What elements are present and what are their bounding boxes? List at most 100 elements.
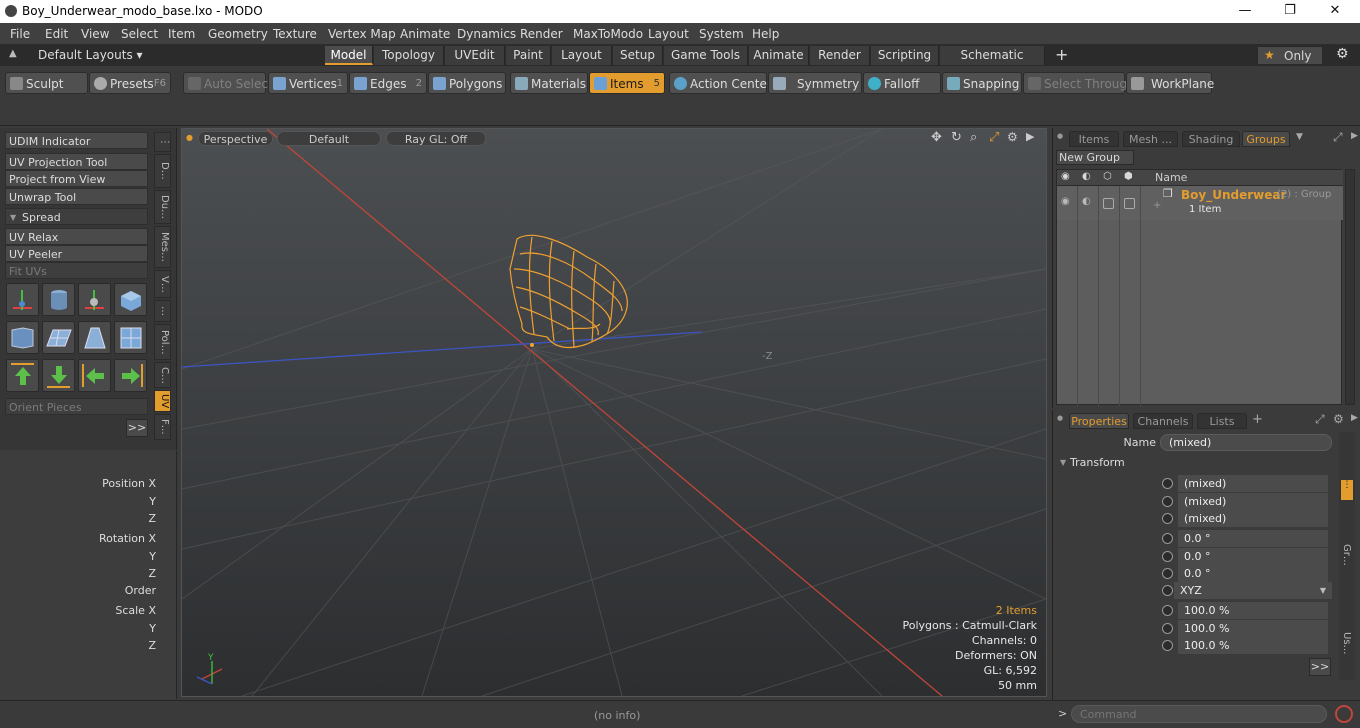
polygons-button[interactable]: Polygons	[428, 72, 506, 94]
visibility-icon[interactable]: ◉	[1061, 196, 1070, 207]
side-tab-us[interactable]: Us…	[1341, 632, 1352, 655]
minimize-button[interactable]: —	[1222, 0, 1268, 23]
uv-planar-icon[interactable]	[78, 321, 111, 354]
uv-transform-icon[interactable]	[6, 283, 39, 316]
uv-relax-tool[interactable]: UV Relax	[5, 228, 148, 245]
shading-dropdown[interactable]: Default	[277, 131, 381, 146]
position-x-field[interactable]: (mixed)	[1178, 475, 1328, 492]
layouts-dropdown[interactable]: Default Layouts ▾	[38, 48, 143, 62]
fit-uvs-tool[interactable]: Fit UVs	[5, 262, 148, 279]
menu-help[interactable]: Help	[752, 27, 779, 41]
tab-game-tools[interactable]: Game Tools	[664, 46, 748, 65]
spread-section[interactable]: ▼ Spread	[5, 208, 148, 225]
tab-scripting[interactable]: Scripting	[871, 46, 939, 65]
viewport-gear-icon[interactable]: ⚙	[1007, 130, 1018, 144]
arrow-left-icon[interactable]	[78, 359, 111, 392]
side-tab-active[interactable]: ⋮	[1341, 480, 1353, 500]
panel-gear-icon[interactable]: ⚙	[1333, 412, 1344, 426]
group-row[interactable]: ◉ ◐ + ❒ Boy_Underwear (2) : Group 1 Item	[1057, 186, 1343, 220]
symmetry-button[interactable]: Symmetry	[768, 72, 862, 94]
scale-x-anim-dot[interactable]	[1162, 605, 1173, 616]
rotation-y-field[interactable]: 0.0 °	[1178, 548, 1328, 565]
items-button[interactable]: Items 5	[589, 72, 665, 94]
tab-dropdown-icon[interactable]: ▼	[1296, 132, 1303, 142]
snapping-button[interactable]: Snapping	[942, 72, 1022, 94]
add-tab-button[interactable]: +	[1252, 412, 1263, 427]
rotation-z-anim-dot[interactable]	[1162, 568, 1173, 579]
menu-item[interactable]: Item	[168, 27, 195, 41]
zoom-icon[interactable]: ⌕	[970, 130, 977, 145]
gear-icon[interactable]: ⚙	[1336, 46, 1349, 62]
fit-view-icon[interactable]: ⤢	[989, 130, 999, 145]
edges-button[interactable]: Edges 2	[349, 72, 427, 94]
menu-render[interactable]: Render	[520, 27, 563, 41]
vtab-uv[interactable]: UV	[154, 390, 171, 412]
more-tools-button[interactable]: >>	[126, 419, 148, 437]
falloff-button[interactable]: Falloff	[863, 72, 941, 94]
menu-vertex-map[interactable]: Vertex Map	[328, 27, 396, 41]
vtab-pol[interactable]: Pol…	[154, 324, 171, 360]
position-z-field[interactable]: (mixed)	[1178, 510, 1328, 527]
add-tab-button[interactable]: +	[1055, 45, 1068, 64]
menu-select[interactable]: Select	[121, 27, 158, 41]
move-view-icon[interactable]: ✥	[931, 130, 942, 145]
tab-channels[interactable]: Channels	[1133, 413, 1193, 429]
tab-schematic-fusion[interactable]: Schematic Fusion	[940, 46, 1045, 81]
expand-panel-icon[interactable]: ⤢	[1315, 412, 1325, 427]
scale-z-field[interactable]: 100.0 %	[1178, 637, 1328, 654]
name-field[interactable]: (mixed)	[1160, 434, 1332, 451]
udim-indicator-tool[interactable]: UDIM Indicator	[5, 132, 148, 149]
uv-sphere-icon[interactable]	[6, 321, 39, 354]
uv-grid-icon[interactable]	[42, 321, 75, 354]
sculpt-button[interactable]: Sculpt	[5, 72, 88, 94]
menu-system[interactable]: System	[699, 27, 744, 41]
unwrap-tool[interactable]: Unwrap Tool	[5, 188, 148, 205]
select-checkbox[interactable]	[1124, 198, 1135, 209]
groups-scrollbar[interactable]	[1345, 169, 1355, 405]
only-toggle[interactable]: ★ Only	[1257, 46, 1323, 65]
arrow-down-icon[interactable]	[42, 359, 75, 392]
materials-button[interactable]: Materials	[510, 72, 588, 94]
tab-topology[interactable]: Topology	[374, 46, 444, 65]
presets-button[interactable]: Presets F6	[89, 72, 171, 94]
position-z-anim-dot[interactable]	[1162, 513, 1173, 524]
panel-menu-arrow-icon[interactable]: ▶	[1351, 413, 1358, 423]
tab-lists[interactable]: Lists	[1197, 413, 1247, 429]
tab-model[interactable]: Model	[325, 46, 373, 65]
maximize-button[interactable]: ❐	[1267, 0, 1313, 23]
position-y-anim-dot[interactable]	[1162, 496, 1173, 507]
project-from-view-tool[interactable]: Project from View	[5, 170, 148, 187]
expand-plus-icon[interactable]: +	[1153, 200, 1161, 211]
uv-move-icon[interactable]	[78, 283, 111, 316]
vtab-c[interactable]: C…	[154, 362, 171, 388]
tab-setup[interactable]: Setup	[613, 46, 663, 65]
uv-cylinder-icon[interactable]	[42, 283, 75, 316]
rotation-x-anim-dot[interactable]	[1162, 533, 1173, 544]
uv-unwrap-grid-icon[interactable]	[114, 321, 147, 354]
menu-texture[interactable]: Texture	[273, 27, 317, 41]
transform-section-header[interactable]: ▼ Transform	[1058, 456, 1338, 472]
uv-projection-tool[interactable]: UV Projection Tool	[5, 153, 148, 170]
more-properties-button[interactable]: >>	[1309, 658, 1331, 676]
command-input[interactable]	[1071, 705, 1327, 723]
new-group-button[interactable]: New Group	[1056, 150, 1134, 165]
vtab-d[interactable]: D…	[154, 154, 171, 188]
viewport-menu-arrow-icon[interactable]: ▶	[1026, 130, 1034, 143]
menu-view[interactable]: View	[81, 27, 109, 41]
tab-shading[interactable]: Shading	[1182, 131, 1240, 147]
scale-y-anim-dot[interactable]	[1162, 623, 1173, 634]
menu-maxtomodo[interactable]: MaxToModo	[573, 27, 643, 41]
menu-file[interactable]: File	[10, 27, 30, 41]
tab-paint[interactable]: Paint	[506, 46, 551, 65]
record-macro-icon[interactable]	[1335, 705, 1353, 723]
menu-animate[interactable]: Animate	[400, 27, 450, 41]
tab-properties[interactable]: Properties	[1069, 413, 1129, 429]
close-button[interactable]: ✕	[1312, 0, 1358, 23]
menu-dynamics[interactable]: Dynamics	[457, 27, 516, 41]
collapse-icon[interactable]: ▲	[9, 48, 17, 59]
scale-x-field[interactable]: 100.0 %	[1178, 602, 1328, 619]
order-anim-dot[interactable]	[1162, 585, 1173, 596]
perspective-dropdown[interactable]: Perspective	[198, 131, 273, 146]
menu-layout[interactable]: Layout	[648, 27, 689, 41]
scale-z-anim-dot[interactable]	[1162, 640, 1173, 651]
